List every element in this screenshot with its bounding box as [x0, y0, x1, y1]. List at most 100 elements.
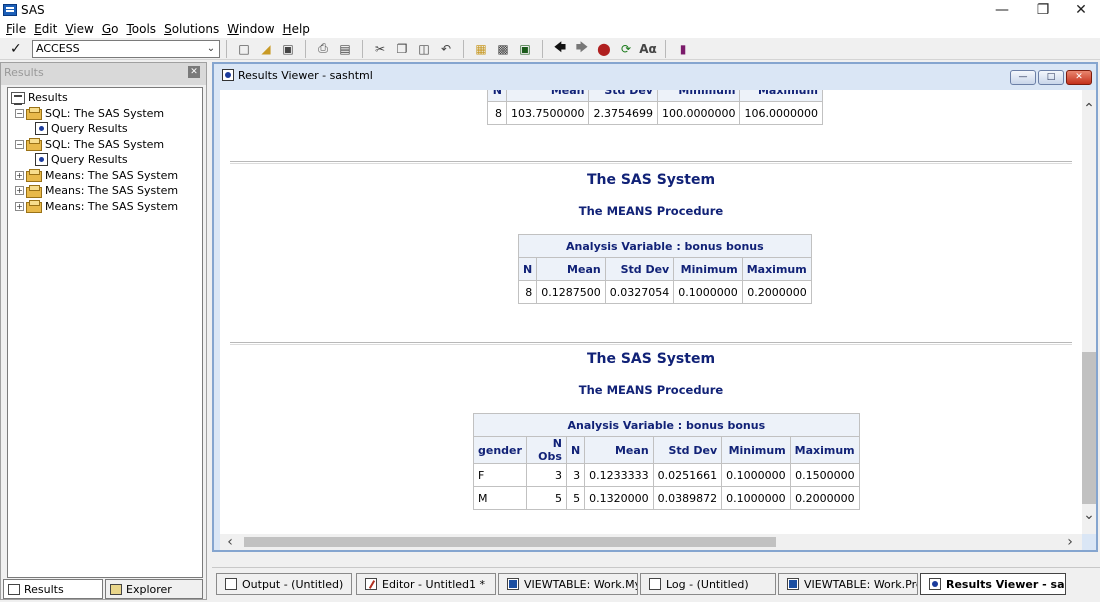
- table-caption: Analysis Variable : bonus bonus: [473, 413, 860, 437]
- task-results-viewer[interactable]: Results Viewer - sasht...: [920, 573, 1066, 595]
- section2-title: The SAS System: [586, 351, 716, 367]
- results-tree[interactable]: Results − SQL: The SAS System Query Results…: [7, 87, 203, 578]
- save-icon[interactable]: ▣: [279, 40, 297, 58]
- toolbar-separator: [542, 39, 543, 58]
- section1-title: The SAS System: [586, 172, 716, 188]
- collapse-icon[interactable]: −: [15, 139, 24, 149]
- task-viewtable-prest[interactable]: VIEWTABLE: Work.Prest...: [778, 573, 918, 595]
- expand-icon[interactable]: +: [15, 201, 24, 211]
- title-bar: SAS — ❐ ✕: [0, 0, 1100, 20]
- tree-node[interactable]: Query Results: [11, 152, 202, 168]
- tree-node[interactable]: − SQL: The SAS System: [11, 137, 202, 153]
- tab-explorer[interactable]: Explorer: [105, 579, 203, 599]
- scroll-down-icon[interactable]: ⌄: [1082, 508, 1096, 522]
- folder-icon: [26, 138, 42, 152]
- table-cell: 0.1287500: [536, 280, 606, 304]
- table-cell: 5: [565, 486, 586, 510]
- folder-icon: [26, 107, 42, 121]
- find-icon[interactable]: ▣: [516, 40, 534, 58]
- menu-file[interactable]: File: [6, 22, 26, 36]
- print-preview-icon[interactable]: ▤: [336, 40, 354, 58]
- font-icon[interactable]: Aα: [639, 40, 657, 58]
- results-viewer-icon: [222, 69, 234, 81]
- toolbar-separator: [362, 39, 363, 58]
- command-input[interactable]: ACCESS: [33, 42, 80, 55]
- tab-results[interactable]: Results: [3, 579, 103, 599]
- vertical-scrollbar[interactable]: ⌃ ⌄: [1082, 90, 1096, 534]
- forward-arrow-icon[interactable]: 🡆: [573, 40, 591, 58]
- col-header: Maximum: [789, 436, 860, 464]
- scroll-thumb[interactable]: [1082, 352, 1096, 504]
- paste-icon[interactable]: ◫: [415, 40, 433, 58]
- tree-node[interactable]: − SQL: The SAS System: [11, 106, 202, 122]
- section1-subtitle: The MEANS Procedure: [578, 204, 724, 218]
- table-row: F 3 3 0.1233333 0.0251661 0.1000000 0.15…: [473, 463, 860, 487]
- table-cell: 8: [517, 280, 538, 304]
- viewer-minimize-button[interactable]: —: [1010, 70, 1036, 85]
- task-output[interactable]: Output - (Untitled): [216, 573, 352, 595]
- close-button[interactable]: ✕: [1058, 0, 1100, 20]
- table-cell: 100.0000000: [656, 101, 741, 125]
- minimize-button[interactable]: —: [979, 0, 1025, 20]
- menu-solutions[interactable]: Solutions: [164, 22, 219, 36]
- task-viewtable-mym[interactable]: VIEWTABLE: Work.Mym...: [498, 573, 638, 595]
- app-title: SAS: [21, 3, 45, 17]
- scroll-up-icon[interactable]: ⌃: [1082, 102, 1096, 116]
- col-header: Mean: [536, 257, 606, 281]
- menu-help[interactable]: Help: [283, 22, 310, 36]
- menu-go[interactable]: Go: [102, 22, 119, 36]
- sas-explorer-icon[interactable]: ▩: [494, 40, 512, 58]
- stop-icon[interactable]: ⬤: [595, 40, 613, 58]
- viewer-close-button[interactable]: ✕: [1066, 70, 1092, 85]
- menu-view[interactable]: View: [65, 22, 93, 36]
- open-icon[interactable]: ◢: [257, 40, 275, 58]
- col-header: Std Dev: [588, 90, 658, 102]
- horizontal-scrollbar[interactable]: ‹ ›: [220, 534, 1082, 550]
- menu-edit[interactable]: Edit: [34, 22, 57, 36]
- back-arrow-icon[interactable]: 🡄: [551, 40, 569, 58]
- tree-node[interactable]: Results: [11, 90, 202, 106]
- table-caption: Analysis Variable : bonus bonus: [518, 234, 812, 258]
- expand-icon[interactable]: +: [15, 186, 24, 196]
- scroll-left-icon[interactable]: ‹: [222, 534, 238, 550]
- copy-icon[interactable]: ❐: [393, 40, 411, 58]
- tree-node[interactable]: + Means: The SAS System: [11, 168, 202, 184]
- task-editor[interactable]: Editor - Untitled1 *: [356, 573, 496, 595]
- collapse-icon[interactable]: −: [15, 108, 24, 118]
- refresh-icon[interactable]: ⟳: [617, 40, 635, 58]
- tree-node[interactable]: Query Results: [11, 121, 202, 137]
- viewer-maximize-button[interactable]: □: [1038, 70, 1064, 85]
- table-row: 8 0.1287500 0.0327054 0.1000000 0.200000…: [517, 280, 812, 304]
- chevron-down-icon[interactable]: ⌄: [203, 41, 219, 57]
- scroll-right-icon[interactable]: ›: [1062, 534, 1078, 550]
- toolbar-separator: [463, 39, 464, 58]
- close-icon[interactable]: ✕: [188, 66, 200, 78]
- folder-icon: [26, 200, 42, 214]
- col-header: Maximum: [741, 257, 812, 281]
- new-library-icon[interactable]: ▦: [472, 40, 490, 58]
- explorer-icon: [110, 583, 122, 595]
- col-header: Mean: [505, 90, 590, 102]
- submit-check-icon[interactable]: ✓: [10, 41, 26, 57]
- new-icon[interactable]: □: [235, 40, 253, 58]
- cut-icon[interactable]: ✂: [371, 40, 389, 58]
- means-table-1: Analysis Variable : bonus bonus N Mean S…: [517, 234, 812, 304]
- output-icon: [225, 578, 237, 590]
- expand-icon[interactable]: +: [15, 170, 24, 180]
- tree-node[interactable]: + Means: The SAS System: [11, 183, 202, 199]
- table-cell: 0.1500000: [789, 463, 860, 487]
- col-header: N Obs: [525, 436, 567, 464]
- menu-tools[interactable]: Tools: [126, 22, 156, 36]
- query-icon: [35, 153, 48, 167]
- menu-window[interactable]: Window: [227, 22, 274, 36]
- col-header: Std Dev: [652, 436, 723, 464]
- command-box[interactable]: ACCESS ⌄: [32, 39, 220, 58]
- viewtable-icon: [787, 578, 799, 590]
- print-icon[interactable]: ⎙: [314, 40, 332, 58]
- task-log[interactable]: Log - (Untitled): [640, 573, 776, 595]
- help-book-icon[interactable]: ▮: [674, 40, 692, 58]
- scroll-thumb[interactable]: [244, 537, 776, 547]
- results-viewer-icon: [929, 578, 941, 590]
- tree-node[interactable]: + Means: The SAS System: [11, 199, 202, 215]
- undo-icon[interactable]: ↶: [437, 40, 455, 58]
